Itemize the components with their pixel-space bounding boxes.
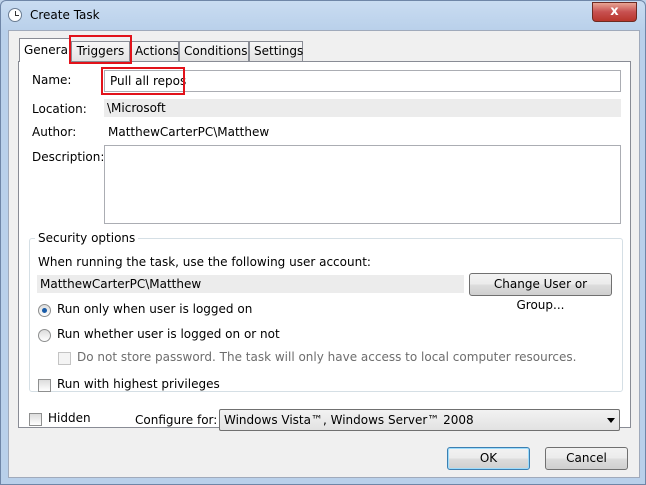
run-whether-logged-on-radio[interactable] (38, 329, 51, 342)
run-only-logged-on-label[interactable]: Run only when user is logged on (57, 302, 252, 316)
create-task-window: Create Task x General Triggers Actions C… (0, 0, 646, 485)
clock-icon (8, 8, 22, 22)
run-whether-logged-on-label[interactable]: Run whether user is logged on or not (57, 327, 280, 341)
do-not-store-password-label: Do not store password. The task will onl… (77, 350, 577, 364)
location-label: Location: (32, 102, 87, 116)
configure-for-select[interactable]: Windows Vista™, Windows Server™ 2008 (219, 409, 620, 431)
close-button[interactable]: x (592, 2, 637, 22)
change-user-button[interactable]: Change User or Group... (469, 273, 612, 312)
description-input[interactable] (104, 145, 621, 224)
tab-actions[interactable]: Actions (130, 41, 179, 61)
ok-button[interactable]: OK (447, 447, 530, 470)
location-value: \Microsoft (104, 99, 621, 117)
description-label: Description: (32, 150, 105, 164)
tab-settings[interactable]: Settings (249, 41, 303, 61)
chevron-down-icon (607, 418, 615, 423)
highest-privileges-label[interactable]: Run with highest privileges (57, 377, 220, 391)
hidden-label[interactable]: Hidden (48, 411, 91, 425)
configure-for-label: Configure for: (135, 413, 218, 427)
configure-for-value: Windows Vista™, Windows Server™ 2008 (224, 413, 474, 427)
window-title: Create Task (30, 8, 100, 22)
hidden-checkbox[interactable] (29, 413, 42, 426)
tab-general[interactable]: General (19, 38, 71, 62)
run-only-logged-on-radio[interactable] (38, 304, 51, 317)
highest-privileges-checkbox[interactable] (38, 379, 51, 392)
triggers-highlight-box (69, 35, 132, 64)
name-highlight-box (101, 67, 185, 95)
title-bar[interactable]: Create Task x (1, 1, 645, 31)
author-value: MatthewCarterPC\Matthew (108, 125, 270, 139)
dialog-client: General Triggers Actions Conditions Sett… (8, 30, 640, 478)
name-label: Name: (32, 73, 72, 87)
security-options-label: Security options (35, 231, 139, 245)
tab-conditions[interactable]: Conditions (179, 41, 249, 61)
user-account-value: MatthewCarterPC\Matthew (37, 275, 464, 293)
general-tab-panel: Name: Pull all repos Location: \Microsof… (18, 61, 631, 428)
do-not-store-password-checkbox[interactable] (58, 352, 71, 365)
author-label: Author: (32, 125, 77, 139)
account-prompt: When running the task, use the following… (38, 255, 371, 269)
cancel-button[interactable]: Cancel (545, 447, 628, 470)
